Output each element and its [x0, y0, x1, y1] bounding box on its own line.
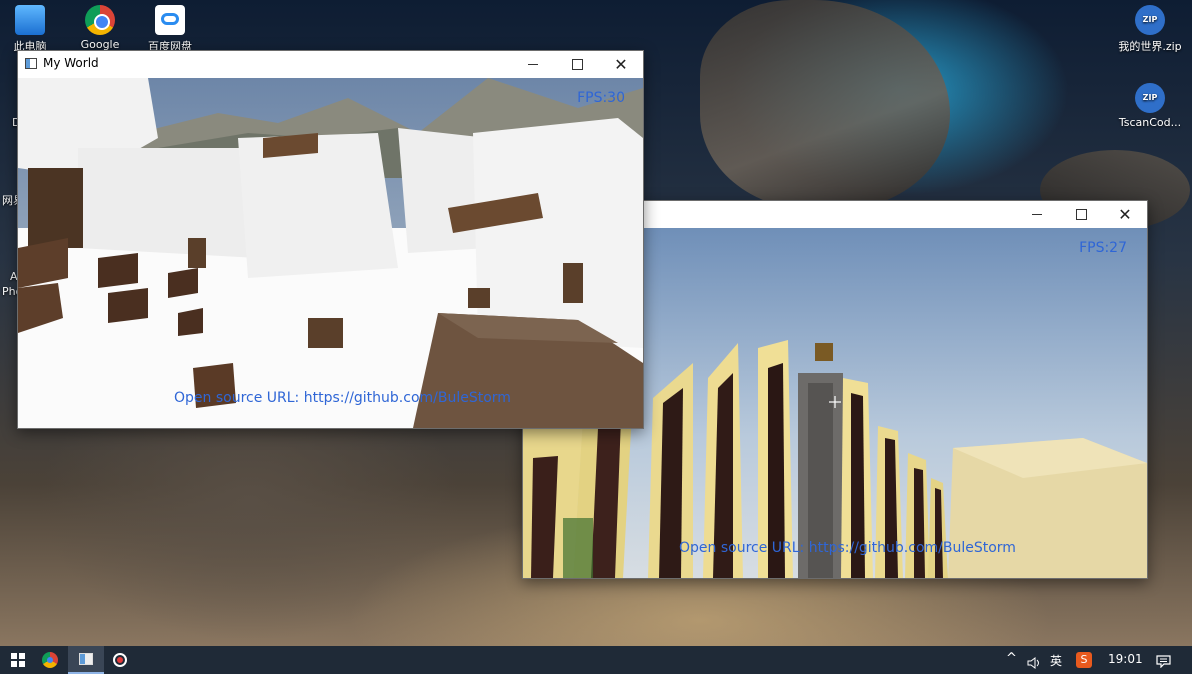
zip-icon: ZIP [1135, 5, 1165, 35]
taskbar: ^ 英 S 19:01 [0, 646, 1192, 674]
desktop-icon-label: TscanCod... [1118, 116, 1182, 129]
desktop-icon-my-world-zip[interactable]: ZIP 我的世界.zip [1110, 5, 1190, 54]
ime-indicator[interactable]: 英 [1050, 652, 1062, 669]
desktop-icon-google[interactable]: Google [60, 5, 140, 51]
maximize-button[interactable] [1059, 201, 1103, 227]
notification-icon[interactable] [1156, 653, 1171, 669]
close-button[interactable]: ✕ [599, 51, 643, 77]
window-titlebar[interactable]: My World ✕ [18, 51, 643, 77]
app-window-icon [25, 58, 37, 69]
minimize-button[interactable] [1015, 201, 1059, 227]
taskbar-recorder[interactable] [102, 646, 138, 674]
wallpaper-cat-ear [700, 0, 950, 210]
game-window-my-world[interactable]: My World ✕ FPS:30 Open source URL: https… [17, 50, 644, 429]
clock[interactable]: 19:01 [1108, 652, 1143, 666]
fps-counter: FPS:27 [1079, 240, 1127, 256]
my-world-app-icon [79, 653, 93, 665]
zip-icon: ZIP [1135, 83, 1165, 113]
start-button[interactable] [0, 646, 36, 674]
chrome-icon [85, 5, 115, 35]
computer-icon [15, 5, 45, 35]
game-scene-snow [18, 78, 643, 428]
desktop-icon-label: 我的世界.zip [1118, 40, 1182, 53]
fps-counter: FPS:30 [577, 90, 625, 106]
desktop-background: 此电脑 Google 百度网盘 ZIP 我的世界.zip ZIP TscanCo… [0, 0, 1192, 646]
windows-start-icon [11, 653, 25, 667]
taskbar-my-world[interactable] [68, 646, 104, 674]
source-url-text: Open source URL: https://github.com/Bule… [679, 540, 1016, 556]
baidu-netdisk-icon [155, 5, 185, 35]
desktop-icon-baidu-netdisk[interactable]: 百度网盘 [130, 5, 210, 54]
maximize-button[interactable] [555, 51, 599, 77]
minimize-button[interactable] [511, 51, 555, 77]
desktop-icon-tscancode[interactable]: ZIP TscanCod... [1110, 83, 1190, 129]
game-viewport[interactable]: FPS:30 Open source URL: https://github.c… [18, 78, 643, 428]
chrome-icon [42, 652, 58, 668]
taskbar-chrome[interactable] [32, 646, 68, 674]
close-button[interactable]: ✕ [1103, 201, 1147, 227]
source-url-text: Open source URL: https://github.com/Bule… [174, 390, 511, 406]
recorder-icon [113, 653, 127, 667]
window-title: My World [43, 56, 99, 70]
volume-icon[interactable] [1027, 654, 1041, 669]
chevron-up-icon[interactable]: ^ [1006, 651, 1017, 666]
sogou-ime-icon[interactable]: S [1076, 652, 1092, 668]
